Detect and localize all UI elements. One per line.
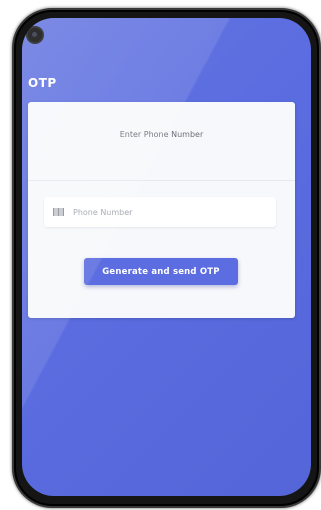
- card-title: Enter Phone Number: [119, 129, 204, 139]
- generate-otp-button[interactable]: Generate and send OTP: [84, 258, 238, 285]
- phone-number-input[interactable]: [71, 206, 265, 218]
- device-frame: OTP Enter Phone Number Generate and: [12, 8, 321, 508]
- app-title: OTP: [28, 76, 57, 90]
- app-screen: OTP Enter Phone Number Generate and: [22, 18, 311, 496]
- barcode-icon: [53, 208, 64, 216]
- front-camera-icon: [28, 28, 42, 42]
- phone-number-field[interactable]: [44, 197, 276, 227]
- card-header: Enter Phone Number: [28, 102, 295, 181]
- otp-card: Enter Phone Number Generate and send OTP: [28, 102, 295, 318]
